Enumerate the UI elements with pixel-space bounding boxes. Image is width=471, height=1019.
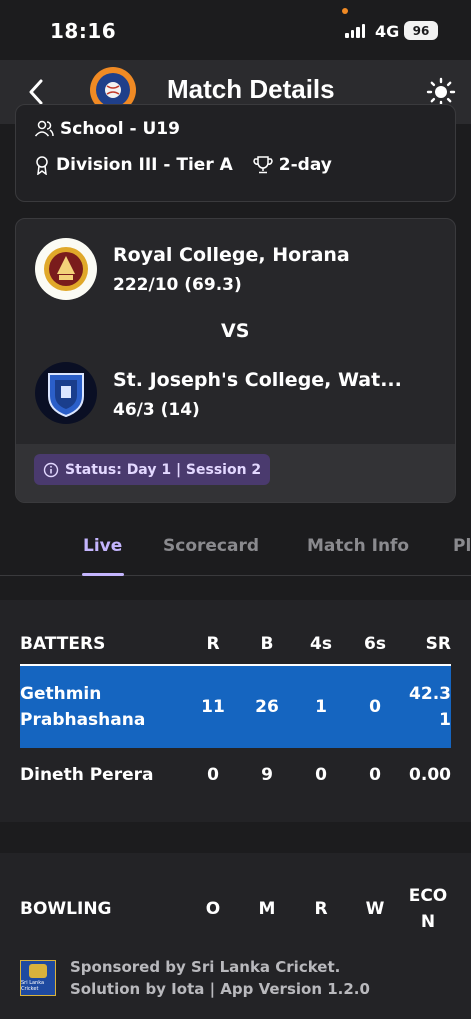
tab-scorecard[interactable]: Scorecard [163,536,259,556]
team-2-score: 46/3 (14) [113,400,200,420]
fours-header: 4s [310,634,332,654]
battery-indicator: 96 [404,21,438,40]
network-type: 4G [375,22,400,41]
team-1-name: Royal College, Horana [113,244,350,266]
sixes-header: 6s [364,634,386,654]
match-status-text: Status: Day 1 | Session 2 [65,461,262,478]
batter-strike-rate: 42.31 [409,684,451,730]
status-bar: 18:16 4G 96 [0,0,471,60]
batter-runs: 0 [207,765,219,785]
runs-header: R [206,634,220,654]
match-status-badge: Status: Day 1 | Session 2 [34,454,271,485]
users-icon [34,120,54,137]
batter-balls: 26 [255,697,279,717]
batter-sixes: 0 [369,697,381,717]
tab-bar: Live Scorecard Match Info Pl [0,526,471,576]
team-2-name: St. Joseph's College, Wat... [113,369,402,391]
batters-header: BATTERS [20,634,106,654]
version-line: Solution by Iota | App Version 1.2.0 [70,980,370,998]
app-logo-inner [96,73,130,107]
batter-row[interactable]: Dineth Perera 0 9 0 0 0.00 [20,762,451,788]
batter-runs: 11 [201,697,225,717]
sponsor-logo: Sri Lanka Cricket [20,960,56,996]
info-icon [43,462,59,477]
lion-emblem-icon [29,964,47,978]
batter-strike-rate: 0.00 [409,765,451,785]
batter-sixes: 0 [369,765,381,785]
team-1-logo [35,238,97,300]
cricket-ball-icon [105,82,121,98]
balls-header: B [260,634,274,654]
economy-header: ECON [408,886,448,932]
overs-header: O [205,899,221,919]
award-icon [36,156,48,175]
format-label: 2-day [278,155,332,175]
team-2-logo [35,362,97,424]
sponsor-line: Sponsored by Sri Lanka Cricket. [70,958,341,976]
division-label: Division III - Tier A [56,155,233,175]
tab-match-info[interactable]: Match Info [307,536,409,556]
sponsor-footer: Sponsored by Sri Lanka Cricket. Solution… [70,956,370,1000]
maidens-header: M [258,899,276,919]
batter-fours: 1 [315,697,327,717]
trophy-icon [253,156,273,174]
school-crest-icon [44,247,88,291]
batter-name: Gethmin Prabhashana [20,684,146,730]
tab-live[interactable]: Live [83,536,122,556]
theme-toggle-button[interactable] [426,77,456,107]
strike-rate-header: SR [425,634,451,654]
chevron-left-icon [29,79,43,105]
tab-players[interactable]: Pl [453,536,471,556]
active-tab-indicator [82,573,124,576]
shield-icon [48,373,84,418]
batter-fours: 0 [315,765,327,785]
status-time: 18:16 [50,19,117,43]
versus-label: VS [221,320,250,342]
match-meta-card: School - U19 Division III - Tier A 2-day [15,104,456,202]
category-row: School - U19 [34,119,180,139]
privacy-indicator-dot [342,8,348,14]
bowling-header-row: BOWLING O M R W ECON [20,884,451,934]
match-status-strip: Status: Day 1 | Session 2 [16,444,455,502]
wickets-header: W [365,899,385,919]
bowling-header: BOWLING [20,899,112,919]
batter-balls: 9 [261,765,273,785]
cellular-signal-icon [345,24,365,38]
batters-header-row: BATTERS R B 4s 6s SR [20,631,451,657]
runs-conceded-header: R [314,899,328,919]
match-score-card[interactable]: Royal College, Horana 222/10 (69.3) VS S… [15,218,456,503]
batter-name: Dineth Perera [20,765,154,785]
sponsor-logo-text: Sri Lanka Cricket [21,980,45,992]
team-1-score: 222/10 (69.3) [113,275,242,295]
division-row: Division III - Tier A 2-day [34,155,332,175]
category-label: School - U19 [60,119,180,139]
sun-icon [426,77,456,107]
page-title: Match Details [167,74,335,104]
batter-row-highlighted[interactable]: Gethmin Prabhashana 11 26 1 0 42.31 [20,664,451,748]
